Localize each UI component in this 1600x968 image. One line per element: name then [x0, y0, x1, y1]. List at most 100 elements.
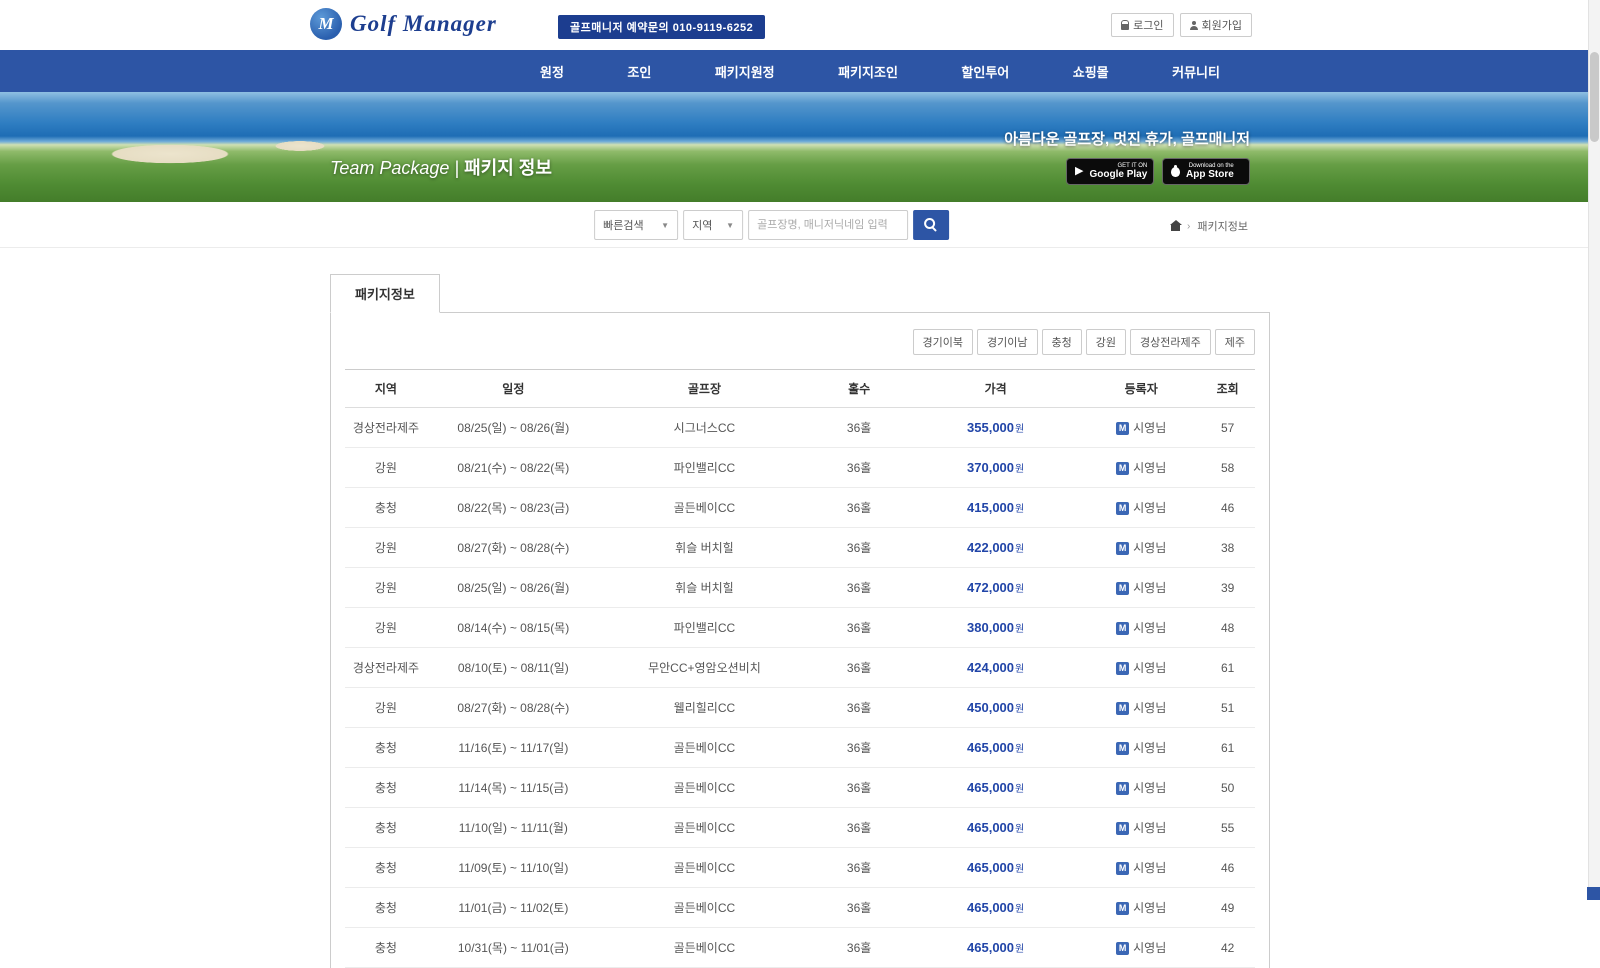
won-suffix: 원 — [1015, 544, 1025, 555]
nav-item-package-tour[interactable]: 패키지원정 — [715, 62, 775, 81]
table-row[interactable]: 충청 11/10(일) ~ 11/11(월) 골든베이CC 36홀 465,000원 M 시… — [345, 807, 1255, 848]
filter-button-gyeonggi-south[interactable]: 경기이남 — [977, 329, 1038, 355]
cell-schedule: 11/01(금) ~ 11/02(토) — [426, 887, 600, 928]
cell-schedule: 08/25(일) ~ 08/26(월) — [426, 407, 600, 448]
cell-schedule: 11/09(토) ~ 11/10(일) — [426, 847, 600, 888]
cell-price: 422,000원 — [909, 527, 1083, 568]
table-row[interactable]: 경상전라제주 08/25(일) ~ 08/26(월) 시그너스CC 36홀 355,00… — [345, 407, 1255, 448]
nav-item-join[interactable]: 조인 — [627, 62, 651, 81]
cell-region: 경상전라제주 — [345, 647, 427, 688]
nav-item-tour[interactable]: 원정 — [540, 62, 564, 81]
price-value: 424,000 — [967, 660, 1015, 675]
table-row[interactable]: 충청 11/16(토) ~ 11/17(일) 골든베이CC 36홀 465,000원 M 시… — [345, 727, 1255, 768]
scrollbar-thumb[interactable] — [1590, 52, 1599, 142]
won-suffix: 원 — [1015, 864, 1025, 875]
nav-item-community[interactable]: 커뮤니티 — [1172, 62, 1220, 81]
cell-registrant: M 시영님 — [1082, 687, 1201, 728]
cell-price: 465,000원 — [909, 767, 1083, 808]
cell-region: 충청 — [345, 487, 427, 528]
table-row[interactable]: 강원 08/27(화) ~ 08/28(수) 웰리힐리CC 36홀 450,000원 M 시… — [345, 687, 1255, 728]
cell-course: 골든베이CC — [599, 727, 810, 768]
quick-search-dropdown[interactable]: 빠른검색 ▼ — [594, 210, 679, 240]
cell-holes: 36홀 — [809, 487, 910, 528]
registrant-badge-icon: M — [1116, 662, 1130, 676]
cell-course: 골든베이CC — [599, 767, 810, 808]
cell-region: 충청 — [345, 767, 427, 808]
registrant-badge-icon: M — [1116, 462, 1130, 476]
cell-schedule: 08/27(화) ~ 08/28(수) — [426, 527, 600, 568]
column-header-4: 가격 — [909, 369, 1083, 408]
cell-schedule: 08/14(수) ~ 08/15(목) — [426, 607, 600, 648]
home-icon[interactable] — [1169, 220, 1182, 231]
price-value: 465,000 — [967, 940, 1015, 955]
cell-registrant: M 시영님 — [1082, 647, 1201, 688]
nav-item-discount-tour[interactable]: 할인투어 — [961, 62, 1009, 81]
cell-holes: 36홀 — [809, 727, 910, 768]
table-header-row: 지역 일정 골프장 홀수 가격 등록자 조회 — [345, 369, 1255, 408]
signup-button[interactable]: 회원가입 — [1179, 13, 1252, 37]
filter-button-gangwon[interactable]: 강원 — [1085, 329, 1127, 355]
quick-search-label: 빠른검색 — [603, 220, 644, 232]
top-bar: M Golf Manager 골프매니저 예약문의 010-9119-6252 … — [0, 0, 1600, 50]
cell-region: 경상전라제주 — [345, 407, 427, 448]
table-row[interactable]: 강원 08/14(수) ~ 08/15(목) 파인밸리CC 36홀 380,000원 M 시… — [345, 607, 1255, 648]
cell-schedule: 08/21(수) ~ 08/22(목) — [426, 447, 600, 488]
cell-views: 48 — [1200, 607, 1255, 648]
filter-button-chungcheong[interactable]: 충청 — [1041, 329, 1082, 355]
search-icon — [924, 218, 938, 232]
cell-holes: 36홀 — [809, 767, 910, 808]
cell-registrant: M 시영님 — [1082, 607, 1201, 648]
site-logo[interactable]: M Golf Manager — [310, 8, 497, 40]
region-dropdown[interactable]: 지역 ▼ — [683, 210, 744, 240]
table-row[interactable]: 충청 11/14(목) ~ 11/15(금) 골든베이CC 36홀 465,000원 M 시… — [345, 767, 1255, 808]
app-store-badge[interactable]: Download on the App Store — [1162, 158, 1250, 185]
login-button[interactable]: 로그인 — [1111, 13, 1174, 37]
hero-banner: Team Package | 패키지 정보 아름다운 골프장, 멋진 휴가, 골… — [0, 92, 1600, 202]
cell-views: 55 — [1200, 807, 1255, 848]
cell-schedule: 08/27(화) ~ 08/28(수) — [426, 687, 600, 728]
scrollbar-track — [1588, 0, 1600, 900]
table-row[interactable]: 강원 08/27(화) ~ 08/28(수) 휘슬 버치힐 36홀 422,000원 M 시… — [345, 527, 1255, 568]
price-value: 450,000 — [967, 700, 1015, 715]
price-value: 465,000 — [967, 820, 1015, 835]
table-row[interactable]: 충청 10/31(목) ~ 11/01(금) 골든베이CC 36홀 465,000원 M 시… — [345, 927, 1255, 968]
cell-registrant: M 시영님 — [1082, 767, 1201, 808]
won-suffix: 원 — [1015, 744, 1025, 755]
cell-course: 골든베이CC — [599, 847, 810, 888]
tab-package-info[interactable]: 패키지정보 — [330, 274, 440, 313]
hero-title-en: Team Package | — [330, 158, 460, 178]
search-button[interactable] — [913, 210, 950, 240]
nav-item-package-join[interactable]: 패키지조인 — [838, 62, 898, 81]
registrant-badge-icon: M — [1116, 582, 1130, 596]
table-row[interactable]: 충청 11/01(금) ~ 11/02(토) 골든베이CC 36홀 465,000원 M 시… — [345, 887, 1255, 928]
column-header-5: 등록자 — [1082, 369, 1201, 408]
filter-button-gyeonggi-north[interactable]: 경기이북 — [912, 329, 974, 355]
table-row[interactable]: 강원 08/21(수) ~ 08/22(목) 파인밸리CC 36홀 370,000원 M 시… — [345, 447, 1255, 488]
filter-button-gyeongsang-jeolla-jeju[interactable]: 경상전라제주 — [1130, 329, 1211, 355]
registrant-badge-icon: M — [1116, 782, 1130, 796]
google-play-badge[interactable]: ▶ GET IT ON Google Play — [1066, 158, 1154, 185]
nav-item-shop[interactable]: 쇼핑몰 — [1073, 62, 1109, 81]
column-header-6: 조회 — [1200, 369, 1255, 408]
logo-m-icon: M — [310, 8, 342, 40]
cell-registrant: M 시영님 — [1082, 887, 1201, 928]
cell-views: 46 — [1200, 847, 1255, 888]
search-input[interactable] — [748, 210, 909, 240]
cell-price: 465,000원 — [909, 727, 1083, 768]
filter-button-jeju[interactable]: 제주 — [1214, 329, 1255, 355]
table-row[interactable]: 충청 11/09(토) ~ 11/10(일) 골든베이CC 36홀 465,000원 M 시… — [345, 847, 1255, 888]
cell-course: 골든베이CC — [599, 887, 810, 928]
cell-holes: 36홀 — [809, 607, 910, 648]
registrant-badge-icon: M — [1116, 542, 1130, 556]
table-row[interactable]: 강원 08/25(일) ~ 08/26(월) 휘슬 버치힐 36홀 472,000원 M 시… — [345, 567, 1255, 608]
package-panel: 경기이북 경기이남 충청 강원 경상전라제주 제주 지역 일정 골프장 홀수 가격 등록자 조회 경상… — [330, 312, 1270, 968]
cell-region: 충청 — [345, 927, 427, 968]
chevron-down-icon: ▼ — [726, 220, 735, 230]
table-row[interactable]: 충청 08/22(목) ~ 08/23(금) 골든베이CC 36홀 415,000원 M 시… — [345, 487, 1255, 528]
won-suffix: 원 — [1015, 584, 1025, 595]
table-row[interactable]: 경상전라제주 08/10(토) ~ 08/11(일) 무안CC+영암오션비치 36홀 4… — [345, 647, 1255, 688]
scroll-top-button[interactable] — [1587, 887, 1600, 900]
won-suffix: 원 — [1015, 824, 1025, 835]
cell-registrant: M 시영님 — [1082, 927, 1201, 968]
cell-price: 465,000원 — [909, 887, 1083, 928]
